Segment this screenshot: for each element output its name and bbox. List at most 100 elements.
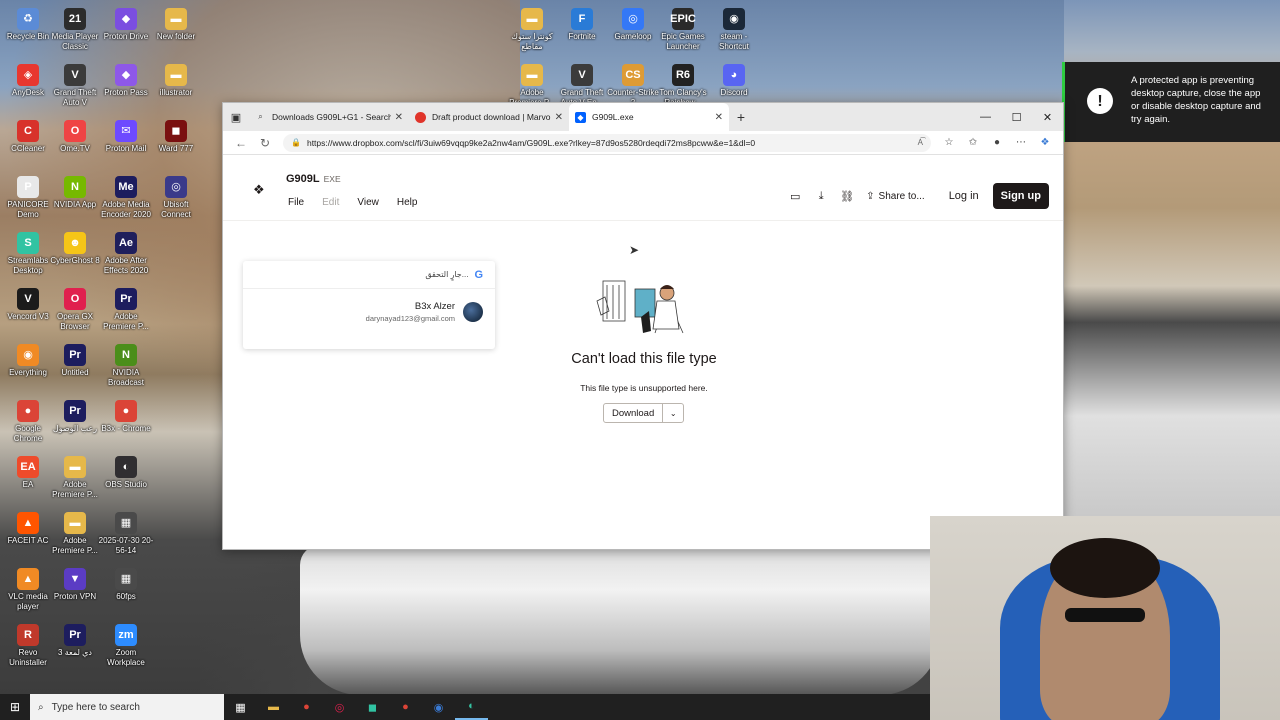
- tab-actions-icon[interactable]: ▣: [223, 111, 249, 124]
- tab-dropbox-file[interactable]: ◆ G909L.exe ✕: [569, 103, 729, 131]
- desktop-icon[interactable]: Ae Adobe After Effects 2020: [98, 228, 154, 276]
- desktop-icon[interactable]: ▦ 60fps: [98, 564, 154, 602]
- edge-icon[interactable]: ◐: [455, 694, 488, 720]
- capture-warning-toast[interactable]: ! A protected app is preventing desktop …: [1062, 62, 1280, 142]
- desktop-icon-label: 60fps: [116, 592, 136, 601]
- menu-help[interactable]: Help: [397, 197, 418, 208]
- unsupported-file-illustration: [596, 280, 684, 334]
- desktop-icon[interactable]: 21 Media Player Classic: [47, 4, 103, 52]
- account-name: B3x Alzer: [414, 301, 455, 312]
- dropbox-logo-icon[interactable]: ❖: [253, 182, 265, 198]
- minimize-icon[interactable]: —: [970, 103, 1001, 131]
- favorites-icon[interactable]: ✩: [961, 137, 985, 148]
- file-explorer-icon[interactable]: ▬: [257, 694, 290, 720]
- desktop-app-icon: ▬: [64, 512, 86, 534]
- google-popup-header: جارٍ التحقق... G: [243, 261, 495, 289]
- close-tab-icon[interactable]: ✕: [715, 112, 723, 123]
- favorite-star-icon[interactable]: ☆: [937, 137, 961, 148]
- desktop-icon[interactable]: V Grand Theft Auto V: [47, 60, 103, 108]
- download-button[interactable]: Download: [604, 404, 664, 422]
- link-icon[interactable]: ⛓: [834, 190, 860, 203]
- desktop-app-icon: Pr: [115, 288, 137, 310]
- desktop-icon-label: 2025-07-30 20-56-14: [98, 536, 154, 555]
- desktop-icon-label: دي لمعة 3: [58, 648, 92, 657]
- desktop-icon[interactable]: zm Zoom Workplace: [98, 620, 154, 668]
- maximize-icon[interactable]: ☐: [1001, 103, 1032, 131]
- desktop-icon[interactable]: ● B3x - Chrome: [98, 396, 154, 434]
- menu-view[interactable]: View: [357, 197, 379, 208]
- desktop-icon[interactable]: R6Tom Clancy's Rainbow...: [655, 60, 711, 108]
- toast-message: A protected app is preventing desktop ca…: [1131, 75, 1261, 125]
- chevron-down-icon[interactable]: ⌄: [663, 404, 683, 422]
- profile-icon[interactable]: ●: [985, 137, 1009, 148]
- read-aloud-icon[interactable]: A͡: [918, 138, 923, 147]
- desktop-icon[interactable]: ◕ Discord: [706, 60, 762, 98]
- desktop-icon[interactable]: ◎ Gameloop: [605, 4, 661, 42]
- desktop-icon[interactable]: ▬ New folder: [148, 4, 204, 42]
- taskbar-search-input[interactable]: ⌕ Type here to search: [30, 694, 224, 720]
- close-window-icon[interactable]: ✕: [1032, 103, 1063, 131]
- desktop-icon[interactable]: CSCounter-Strike 2: [605, 60, 661, 108]
- desktop-icon[interactable]: ▦ 2025-07-30 20-56-14: [98, 508, 154, 556]
- tab-marvo[interactable]: Draft product download | Marvo T... ✕: [409, 103, 569, 131]
- desktop-icon[interactable]: F Fortnite: [554, 4, 610, 42]
- chrome-profile-icon[interactable]: ●: [389, 694, 422, 720]
- desktop-icon[interactable]: O Ome.TV: [47, 116, 103, 154]
- desktop-icon[interactable]: O Opera GX Browser: [47, 284, 103, 332]
- share-button[interactable]: ⇪ Share to...: [866, 191, 925, 202]
- desktop-app-icon: ◕: [723, 64, 745, 86]
- address-bar: ← ↻ 🔒 https://www.dropbox.com/scl/fi/3ui…: [223, 131, 1063, 155]
- desktop-icon-label: Opera GX Browser: [56, 312, 93, 331]
- chrome-icon[interactable]: ●: [290, 694, 323, 720]
- task-view-icon[interactable]: ▦: [224, 694, 257, 720]
- comment-icon[interactable]: ▭: [782, 190, 808, 203]
- desktop-icon[interactable]: Pr Untitled: [47, 340, 103, 378]
- desktop-app-icon: ▬: [165, 8, 187, 30]
- desktop-icon[interactable]: ◎ Ubisoft Connect: [148, 172, 204, 220]
- tab-search[interactable]: ⌕ Downloads G909L+G1 - Search ✕: [249, 103, 409, 131]
- desktop-icon[interactable]: ◆ Proton Pass: [98, 60, 154, 98]
- desktop-icon[interactable]: ▬Adobe Premiere P...: [47, 452, 103, 500]
- close-tab-icon[interactable]: ✕: [555, 112, 563, 123]
- desktop-icon[interactable]: ▬Adobe Premiere P...: [504, 60, 560, 108]
- desktop-icon[interactable]: ◐ OBS Studio: [98, 452, 154, 490]
- desktop-icon[interactable]: ▬ illustrator: [148, 60, 204, 98]
- vpn-icon[interactable]: ◉: [422, 694, 455, 720]
- desktop-icon[interactable]: Pr Adobe Premiere P...: [98, 284, 154, 332]
- desktop-icon[interactable]: Me Adobe Media Encoder 2020: [98, 172, 154, 220]
- google-account-row[interactable]: B3x Alzer darynayad123@gmail.com: [366, 301, 483, 323]
- desktop-icon[interactable]: N NVIDIA Broadcast: [98, 340, 154, 388]
- desktop-icon[interactable]: ▼ Proton VPN: [47, 564, 103, 602]
- desktop-icon[interactable]: ▬ كونترا ستوك مقاطع: [504, 4, 560, 52]
- desktop-app-icon: O: [64, 288, 86, 310]
- desktop-icon-label: Discord: [720, 88, 748, 97]
- download-icon[interactable]: ⤓: [808, 190, 834, 203]
- desktop-icon[interactable]: EPIC Epic Games Launcher: [655, 4, 711, 52]
- signup-button[interactable]: Sign up: [992, 183, 1049, 209]
- desktop-icon[interactable]: ☻ CyberGhost 8: [47, 228, 103, 266]
- back-icon[interactable]: ←: [229, 136, 253, 150]
- google-one-tap-popup[interactable]: جارٍ التحقق... G B3x Alzer darynayad123@…: [243, 261, 495, 349]
- more-options-icon[interactable]: ⋯: [1009, 137, 1033, 148]
- opera-gx-icon[interactable]: ◎: [323, 694, 356, 720]
- desktop-icon[interactable]: ▬Adobe Premiere P...: [47, 508, 103, 556]
- windows-start-icon[interactable]: ⊞: [0, 694, 30, 720]
- desktop-icon[interactable]: ◆ Proton Drive: [98, 4, 154, 42]
- desktop-icon[interactable]: ✉ Proton Mail: [98, 116, 154, 154]
- desktop-icon[interactable]: Pr رعب الوصول: [47, 396, 103, 434]
- refresh-icon[interactable]: ↻: [253, 136, 277, 150]
- desktop-icon[interactable]: ◼ Ward 777: [148, 116, 204, 154]
- desktop-app-icon: zm: [115, 624, 137, 646]
- streamlabs-icon[interactable]: ◼: [356, 694, 389, 720]
- desktop-icon[interactable]: VGrand Theft Auto V En...: [554, 60, 610, 108]
- desktop-icon[interactable]: Pr دي لمعة 3: [47, 620, 103, 658]
- menu-file[interactable]: File: [288, 197, 304, 208]
- login-button[interactable]: Log in: [939, 183, 989, 209]
- desktop-icon[interactable]: N NVIDIA App: [47, 172, 103, 210]
- desktop-icon-label: Proton Pass: [104, 88, 148, 97]
- new-tab-button[interactable]: +: [729, 109, 753, 125]
- url-field[interactable]: 🔒 https://www.dropbox.com/scl/fi/3uiw69v…: [283, 133, 931, 152]
- close-tab-icon[interactable]: ✕: [395, 112, 403, 123]
- desktop-icon[interactable]: ◉ steam - Shortcut: [706, 4, 762, 52]
- copilot-icon[interactable]: ❖: [1033, 137, 1057, 148]
